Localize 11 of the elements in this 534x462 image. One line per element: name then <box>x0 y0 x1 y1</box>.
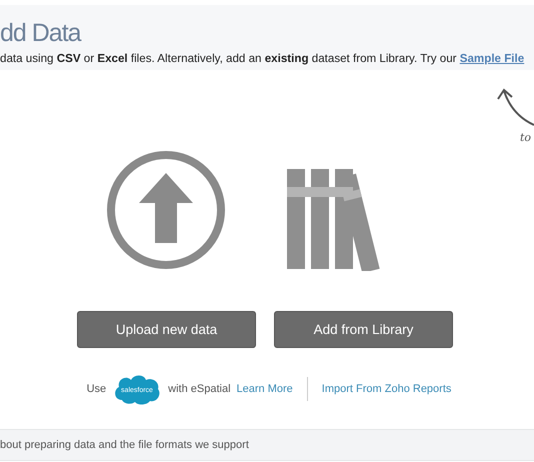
integration-text: with eSpatial <box>168 383 231 395</box>
integration-text: Use <box>86 383 106 395</box>
sample-file-link[interactable]: Sample File <box>460 52 524 65</box>
handwritten-note: to <box>520 131 532 144</box>
page-title: dd Data <box>0 19 81 48</box>
import-link[interactable]: Import From Zoho Reports <box>322 383 452 395</box>
footer-text: bout preparing data and the file formats we support <box>0 439 249 451</box>
learn-more-link[interactable]: Learn More <box>236 383 293 395</box>
library-button[interactable]: Add from Library <box>274 311 453 348</box>
upload-button[interactable]: Upload new data <box>77 311 256 348</box>
description-text: data using CSV or Excel files. Alternatively, add an existing dataset from Library. Try our <box>0 52 457 65</box>
